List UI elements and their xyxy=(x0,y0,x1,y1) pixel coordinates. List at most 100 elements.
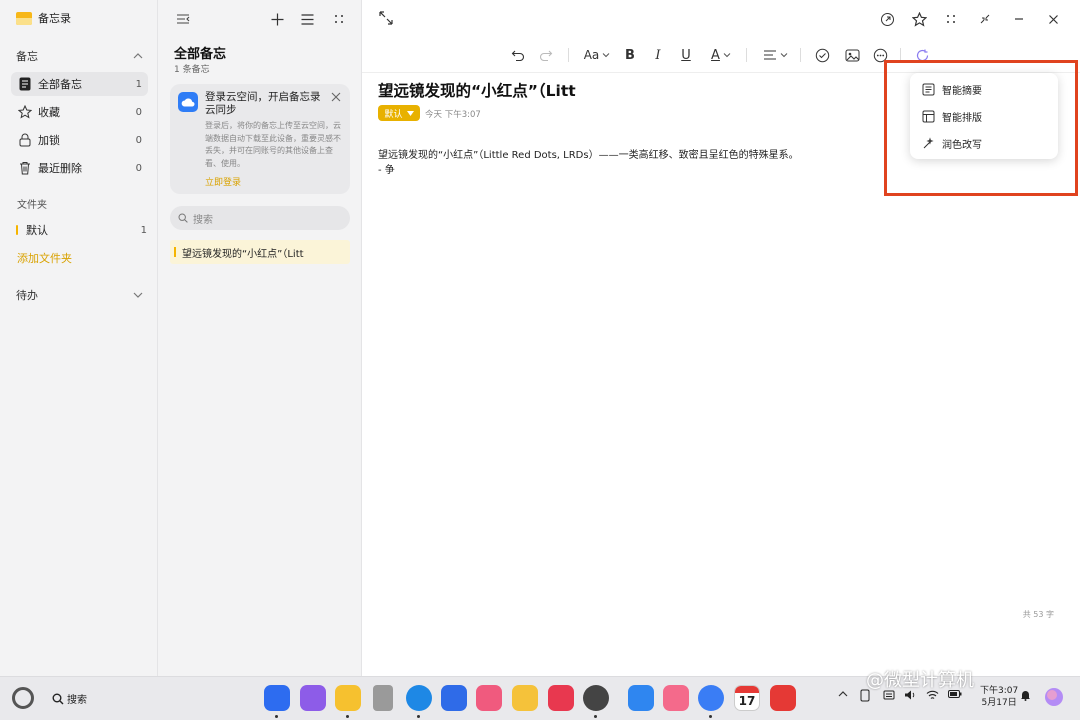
text-color-label: A xyxy=(711,47,720,63)
paragraph-style-button[interactable] xyxy=(758,44,792,66)
note-list-item[interactable]: 望远镜发现的“小红点”（Litt xyxy=(170,240,350,264)
note-body-line: - 争 xyxy=(378,165,395,176)
sidebar-item-count: 0 xyxy=(135,134,142,146)
folder-color-bar xyxy=(16,225,18,235)
summary-icon xyxy=(922,83,935,95)
dock-app-settings-icon[interactable] xyxy=(583,685,609,711)
app-header: 备忘录 xyxy=(16,10,71,26)
folder-item-default[interactable]: 默认 1 xyxy=(16,222,147,238)
app-title: 备忘录 xyxy=(38,12,71,25)
menu-item-smart-summary[interactable]: 智能摘要 xyxy=(922,81,982,97)
sidebar-item-all-notes[interactable]: 全部备忘 1 xyxy=(11,72,148,96)
clock-time: 下午3:07 xyxy=(980,686,1019,696)
bold-button[interactable]: B xyxy=(620,44,640,66)
menu-item-smart-layout[interactable]: 智能排版 xyxy=(922,108,982,124)
note-title[interactable]: 望远镜发现的“小红点”（Litt xyxy=(378,79,576,101)
note-body-line: 望远镜发现的“小红点”（Little Red Dots, LRDs）——一类高红… xyxy=(378,150,799,161)
taskbar-search[interactable]: 搜索 xyxy=(52,691,87,706)
dock-app-calendar-icon[interactable]: 17 xyxy=(734,685,760,711)
taskbar-clock[interactable]: 下午3:07 5月17日 xyxy=(980,685,1018,709)
sidebar-item-count: 0 xyxy=(135,106,142,118)
section-memo-label: 备忘 xyxy=(16,50,38,63)
folder-count: 1 xyxy=(140,224,147,236)
dock-app-app-grid-icon[interactable] xyxy=(264,685,290,711)
running-indicator xyxy=(275,715,278,718)
layout-icon xyxy=(922,110,935,122)
new-note-icon[interactable] xyxy=(268,10,286,28)
minimize-icon[interactable] xyxy=(1010,10,1028,28)
font-size-button[interactable]: Aa xyxy=(580,44,614,66)
dock-app-music-icon[interactable] xyxy=(698,685,724,711)
word-count: 共 53 字 xyxy=(1022,610,1054,619)
undo-icon[interactable] xyxy=(508,44,528,66)
dock-app-files-icon[interactable] xyxy=(300,685,326,711)
login-now-link[interactable]: 立即登录 xyxy=(205,175,241,188)
dock-app-app-gallery-icon[interactable] xyxy=(548,685,574,711)
dock-app-cards-icon[interactable] xyxy=(512,685,538,711)
expand-icon[interactable] xyxy=(378,10,394,26)
assistant-orb-icon[interactable] xyxy=(1044,687,1064,710)
note-editor: Aa B I U A 望远镜发现的“小红点”（Litt 默认 今天 下午3:07… xyxy=(362,0,1080,676)
more-dots-icon[interactable] xyxy=(330,10,348,28)
sidebar-item-favorites[interactable]: 收藏 0 xyxy=(11,100,148,124)
chevron-down-icon xyxy=(780,53,787,58)
underline-button[interactable]: U xyxy=(676,44,696,66)
close-icon[interactable] xyxy=(330,91,342,103)
sidebar-item-label: 加锁 xyxy=(38,134,60,147)
favorite-star-icon[interactable] xyxy=(910,10,928,28)
start-button[interactable] xyxy=(12,687,34,709)
search-input[interactable]: 搜索 xyxy=(170,206,350,230)
notification-bell-icon[interactable] xyxy=(1020,689,1031,704)
collapse-sidebar-icon[interactable] xyxy=(174,10,192,28)
add-folder-link[interactable]: 添加文件夹 xyxy=(17,250,72,266)
chevron-down-icon[interactable] xyxy=(133,290,143,300)
dock-app-mail-icon[interactable] xyxy=(441,685,467,711)
toolbar-divider xyxy=(746,48,747,62)
dock-app-notes-icon[interactable] xyxy=(335,685,361,711)
dock-app-browser-icon[interactable] xyxy=(406,685,432,711)
chevron-up-icon[interactable] xyxy=(133,51,143,61)
toolbar-divider xyxy=(800,48,801,62)
list-title: 全部备忘 xyxy=(174,47,227,62)
folder-tag-label: 默认 xyxy=(384,109,403,120)
sidebar-item-label: 全部备忘 xyxy=(38,78,82,91)
menu-item-polish-rewrite[interactable]: 润色改写 xyxy=(922,135,982,151)
redo-icon[interactable] xyxy=(536,44,556,66)
image-icon[interactable] xyxy=(842,44,862,66)
section-todo-label: 待办 xyxy=(16,289,38,302)
chevron-up-icon[interactable] xyxy=(838,689,848,702)
checklist-icon[interactable] xyxy=(812,44,832,66)
shrink-window-icon[interactable] xyxy=(976,10,994,28)
italic-button[interactable]: I xyxy=(648,44,668,66)
running-indicator xyxy=(709,715,712,718)
font-size-label: Aa xyxy=(583,48,600,62)
toolbar-divider xyxy=(568,48,569,62)
cloud-sync-card: 登录云空间，开启备忘录云同步 登录后，将你的备忘上传至云空间，云端数据自动下载至… xyxy=(170,84,350,194)
running-indicator xyxy=(417,715,420,718)
menu-item-label: 润色改写 xyxy=(942,139,982,151)
window-options-icon[interactable] xyxy=(942,10,960,28)
sidebar-item-label: 最近删除 xyxy=(38,162,82,175)
dock-app-docs-icon[interactable] xyxy=(628,685,654,711)
dock-app-photo-editor-icon[interactable] xyxy=(663,685,689,711)
note-body[interactable]: 望远镜发现的“小红点”（Little Red Dots, LRDs）——一类高红… xyxy=(378,148,799,178)
lock-icon xyxy=(17,132,33,148)
dock-app-trash-icon[interactable] xyxy=(373,685,393,711)
folder-section-label: 文件夹 xyxy=(17,200,47,211)
dock-app-wps-office-icon[interactable] xyxy=(770,685,796,711)
close-window-icon[interactable] xyxy=(1044,10,1062,28)
list-view-icon[interactable] xyxy=(298,10,316,28)
section-memo-header[interactable]: 备忘 xyxy=(16,48,143,64)
taskbar-search-label: 搜索 xyxy=(67,695,87,706)
magic-wand-icon xyxy=(923,136,934,148)
note-list-item-title: 望远镜发现的“小红点”（Litt xyxy=(182,248,304,260)
dock-app-gallery-icon[interactable] xyxy=(476,685,502,711)
folder-tag-dropdown[interactable]: 默认 xyxy=(378,105,420,121)
note-list-pane: 全部备忘 1 条备忘 登录云空间，开启备忘录云同步 登录后，将你的备忘上传至云空… xyxy=(158,0,362,676)
share-icon[interactable] xyxy=(878,10,896,28)
section-todo-header[interactable]: 待办 xyxy=(16,287,143,303)
sidebar-item-recently-deleted[interactable]: 最近删除 0 xyxy=(11,156,148,180)
search-icon xyxy=(178,213,188,223)
sidebar-item-locked[interactable]: 加锁 0 xyxy=(11,128,148,152)
text-color-button[interactable]: A xyxy=(704,44,738,66)
